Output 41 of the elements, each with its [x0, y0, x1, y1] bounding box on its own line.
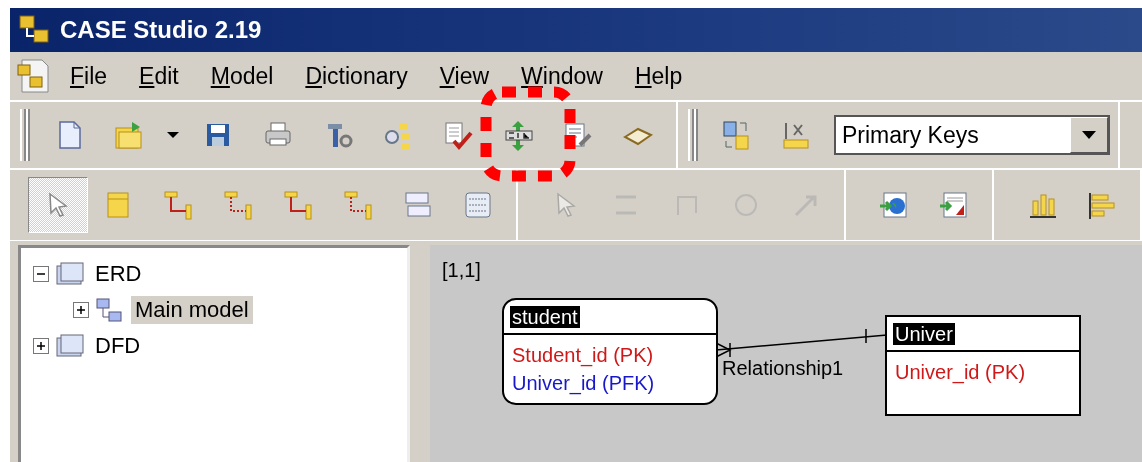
relation-icon: [222, 189, 254, 221]
relation-icon: [282, 189, 314, 221]
window-title: CASE Studio 2.19: [60, 16, 262, 44]
menu-item[interactable]: Window: [507, 60, 617, 92]
collapse-icon[interactable]: [33, 266, 49, 282]
document-icon[interactable]: [16, 57, 52, 95]
expand-icon[interactable]: [73, 302, 89, 318]
entity-box[interactable]: student Student_id (PK) Univer_id (PFK): [502, 298, 718, 405]
filter-dropdown[interactable]: Primary Keys: [834, 115, 1110, 155]
dropdown-arrow-icon: [1081, 130, 1097, 140]
dropdown-arrow-icon: [167, 132, 179, 138]
entity-box[interactable]: Univer Univer_id (PK): [885, 315, 1081, 416]
document-import-icon: [938, 189, 970, 221]
attribute-text: Univer_id (PFK): [512, 371, 656, 397]
menu-item[interactable]: Help: [620, 60, 697, 92]
entity-name: Univer: [893, 323, 955, 345]
relation-icon: [162, 189, 194, 221]
menu-item[interactable]: File: [56, 60, 122, 92]
position-label: [1,1]: [442, 259, 481, 282]
menu-item[interactable]: Dictionary: [291, 60, 422, 92]
check-document-icon: [442, 119, 474, 151]
toolbar-grip[interactable]: [20, 109, 30, 161]
attribute-text: Univer_id (PK): [895, 360, 1027, 386]
expand-icon[interactable]: [33, 338, 49, 354]
relationship-label: Relationship1: [722, 357, 844, 380]
menu-item[interactable]: Edit: [125, 60, 193, 92]
sql-icon: [502, 119, 534, 151]
table-icon: [462, 189, 494, 221]
tree-item[interactable]: ERD: [91, 260, 146, 288]
globe-import-icon: [878, 189, 910, 221]
menu-item[interactable]: View: [425, 60, 504, 92]
entity-name: student: [510, 306, 580, 328]
relation-icon: [342, 189, 374, 221]
open-folder-icon: [112, 119, 144, 151]
tree-item[interactable]: DFD: [91, 332, 145, 360]
toolbar-grip[interactable]: [688, 109, 698, 161]
menu-item[interactable]: Model: [196, 60, 288, 92]
tree-item[interactable]: Main model: [131, 296, 253, 324]
toolbar-button[interactable]: [28, 177, 88, 233]
app-logo-icon: [18, 14, 50, 46]
attribute-text: Student_id (PK): [512, 343, 655, 369]
